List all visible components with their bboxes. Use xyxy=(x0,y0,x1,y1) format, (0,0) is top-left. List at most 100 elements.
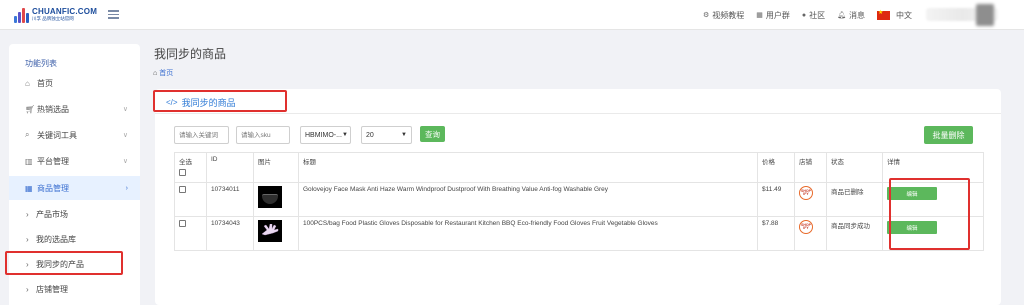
row-store-cell: SHOP IFY xyxy=(794,216,827,251)
chevron-down-icon: ∨ xyxy=(122,158,128,165)
sidebar-subitem-store-management[interactable]: › 店铺管理 xyxy=(9,277,140,301)
page-size-select[interactable]: 20 ▼ xyxy=(361,126,412,144)
row-checkbox[interactable] xyxy=(179,186,186,193)
top-link-community[interactable]: ● 社区 xyxy=(802,10,825,21)
bulk-delete-button[interactable]: 批量删除 xyxy=(924,126,973,144)
row-price: $11.49 xyxy=(757,182,795,217)
sidebar-item-label: 平台管理 xyxy=(37,156,69,166)
row-image-cell xyxy=(253,182,299,217)
table-icon: ▦ xyxy=(25,183,33,193)
sidebar-title: 功能列表 xyxy=(25,59,57,68)
col-price: 价格 xyxy=(757,152,795,183)
logo[interactable]: CHUANFIC.COM 川孚 品牌独立站官网 xyxy=(14,5,97,25)
sidebar-item-home[interactable]: ⌂ 首页 xyxy=(9,71,140,95)
select-all-label: 全选 xyxy=(179,159,192,166)
chevron-right-icon: › xyxy=(26,209,29,219)
row-select-cell xyxy=(174,182,207,217)
sidebar-subitem-label: 我的选品库 xyxy=(36,234,76,244)
search-icon: ⌕ xyxy=(25,130,30,139)
sidebar-item-keyword-tool[interactable]: ⌕ 关键词工具 ∨ xyxy=(9,123,140,147)
top-link-label: 消息 xyxy=(849,10,865,20)
menu-toggle-icon[interactable] xyxy=(108,10,119,19)
avatar[interactable] xyxy=(976,4,994,26)
row-title[interactable]: Golovejoy Face Mask Anti Haze Warm Windp… xyxy=(298,182,758,217)
col-store: 店铺 xyxy=(794,152,827,183)
grid-icon: ▦ xyxy=(756,12,763,19)
language-selector[interactable]: 中文 xyxy=(877,9,912,21)
top-link-label: 社区 xyxy=(809,10,826,20)
home-icon: ⌂ xyxy=(25,78,30,88)
col-image: 图片 xyxy=(253,152,299,183)
store-logo-icon: SHOP IFY xyxy=(799,186,813,200)
chevron-down-icon: ∨ xyxy=(122,106,128,113)
sidebar-item-label: 关键词工具 xyxy=(37,130,77,140)
top-bar: CHUANFIC.COM 川孚 品牌独立站官网 ⚙ 视频教程 ▦ 用户群 ● 社… xyxy=(0,0,1024,30)
row-image-cell xyxy=(253,216,299,251)
store-select[interactable]: HBMIMO-... ▼ xyxy=(300,126,351,144)
logo-mark xyxy=(14,7,29,23)
sidebar-item-label: 热销选品 xyxy=(37,104,69,114)
table-row: 10734043 100PCS/bag Food Plastic Gloves … xyxy=(174,216,984,251)
highlight-box-title xyxy=(153,90,287,112)
language-label: 中文 xyxy=(896,10,912,20)
row-checkbox[interactable] xyxy=(179,220,186,227)
top-link-messages[interactable]: 🔔︎ 消息 xyxy=(837,10,865,21)
sidebar-item-product-management[interactable]: ▦ 商品管理 › xyxy=(9,176,140,200)
caret-down-icon: ▼ xyxy=(401,132,407,138)
sidebar-item-label: 首页 xyxy=(37,78,53,88)
row-id: 10734043 xyxy=(206,216,254,251)
bell-icon: 🔔︎ xyxy=(837,12,846,19)
caret-down-icon: ▼ xyxy=(341,132,348,138)
search-button[interactable]: 查询 xyxy=(420,126,445,142)
chevron-right-icon: › xyxy=(26,234,29,244)
top-link-user-group[interactable]: ▦ 用户群 xyxy=(756,10,790,21)
row-price: $7.88 xyxy=(757,216,795,251)
home-icon: ⌂ xyxy=(153,69,158,77)
col-title: 标题 xyxy=(298,152,758,183)
breadcrumb: ⌂ 首页 xyxy=(153,68,173,78)
chevron-down-icon: ∨ xyxy=(122,132,128,139)
sidebar-subitem-label: 店铺管理 xyxy=(36,284,68,294)
gloves-image xyxy=(258,220,282,242)
row-status: 商品已删除 xyxy=(826,182,883,217)
row-title[interactable]: 100PCS/bag Food Plastic Gloves Disposabl… xyxy=(298,216,758,251)
content-card: </> 我同步的商品 HBMIMO-... ▼ 20 ▼ 查询 批量删除 全选 … xyxy=(155,89,1001,305)
col-id: ID xyxy=(206,152,254,183)
sidebar-subitem-market[interactable]: › 产品市场 xyxy=(9,202,140,226)
china-flag-icon xyxy=(877,9,890,20)
keyword-search-input[interactable] xyxy=(174,126,229,144)
chevron-right-icon: › xyxy=(125,184,128,192)
store-select-value: HBMIMO-... xyxy=(305,131,342,139)
building-icon: ▥ xyxy=(25,156,33,166)
user-icon: ● xyxy=(801,11,807,19)
sidebar-item-platform[interactable]: ▥ 平台管理 ∨ xyxy=(9,149,140,173)
settings-icon: ⚙ xyxy=(702,12,710,19)
row-id: 10734011 xyxy=(206,182,254,217)
row-status: 商品同步成功 xyxy=(826,216,883,251)
top-link-label: 用户群 xyxy=(765,10,790,20)
sku-search-input[interactable] xyxy=(236,126,290,144)
sidebar-item-hot-products[interactable]: 🛒︎ 热销选品 ∨ xyxy=(9,97,140,121)
select-all-checkbox[interactable] xyxy=(179,169,186,176)
sidebar-subitem-my-library[interactable]: › 我的选品库 xyxy=(9,227,140,251)
store-logo-icon: SHOP IFY xyxy=(799,220,813,234)
page-size-value: 20 xyxy=(366,131,374,139)
top-link-tutorial[interactable]: ⚙ 视频教程 xyxy=(703,10,744,21)
face-mask-image xyxy=(258,186,282,208)
row-select-cell xyxy=(174,216,207,251)
sidebar-subitem-label: 产品市场 xyxy=(36,209,68,219)
logo-tagline: 川孚 品牌独立站官网 xyxy=(32,16,74,22)
table-header-row: 全选 ID 图片 标题 价格 店铺 状态 详情 xyxy=(174,152,984,183)
highlight-box-sidebar xyxy=(5,251,123,275)
chevron-right-icon: › xyxy=(26,284,29,294)
highlight-box-edit xyxy=(889,178,970,250)
top-link-label: 视频教程 xyxy=(712,10,745,20)
breadcrumb-home-link[interactable]: 首页 xyxy=(159,68,173,78)
table-row: 10734011 Golovejoy Face Mask Anti Haze W… xyxy=(174,182,984,217)
col-status: 状态 xyxy=(826,152,883,183)
page-title: 我同步的商品 xyxy=(154,47,227,61)
cart-icon: 🛒︎ xyxy=(25,104,36,114)
products-table: 全选 ID 图片 标题 价格 店铺 状态 详情 10734011 Golovej… xyxy=(174,152,984,251)
col-select-all: 全选 xyxy=(174,152,207,183)
row-store-cell: SHOP IFY xyxy=(794,182,827,217)
